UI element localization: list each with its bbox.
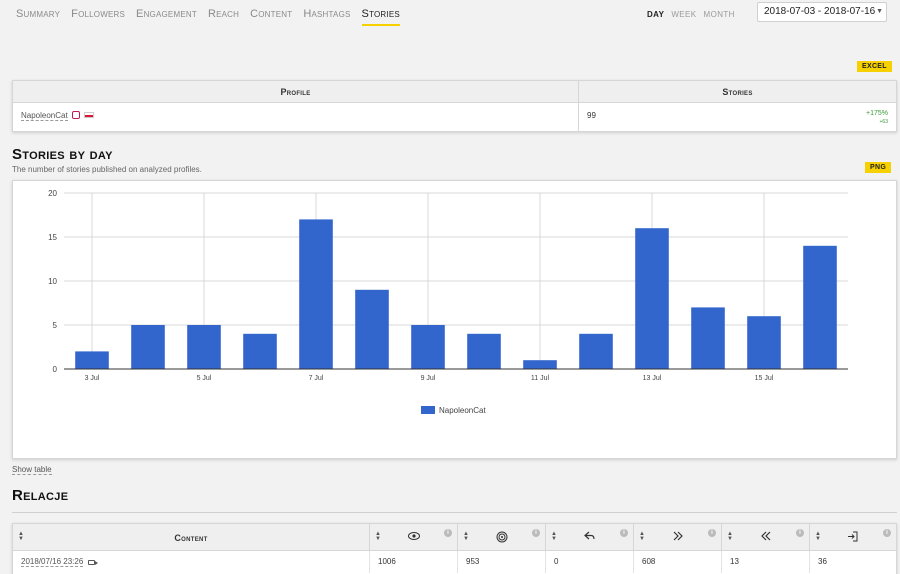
excel-export-button[interactable]: EXCEL: [857, 61, 892, 72]
stories-cell: 99 +175% +63: [579, 103, 896, 132]
report-tabs: Summary Followers Engagement Reach Conte…: [16, 8, 400, 26]
header-content-label: Content: [174, 533, 208, 543]
change-percent: +175%: [866, 110, 888, 117]
relacje-title: Relacje: [12, 487, 69, 504]
tab-engagement[interactable]: Engagement: [136, 8, 197, 26]
bar: [355, 289, 389, 369]
impressions-cell: 1006: [370, 551, 458, 573]
replies-cell: 0: [546, 551, 634, 573]
tab-reach[interactable]: Reach: [208, 8, 239, 26]
x-tick-label: 11 Jul: [531, 375, 550, 382]
tab-stories[interactable]: Stories: [361, 8, 400, 26]
header-replies[interactable]: ▲ ▼ i: [546, 524, 634, 550]
y-tick-label: 10: [48, 277, 57, 286]
table-row: NapoleonCat 99 +175% +63: [13, 103, 896, 132]
y-tick-label: 15: [48, 233, 57, 242]
y-tick-label: 20: [48, 189, 57, 198]
header-taps-forward[interactable]: ▲ ▼ i: [634, 524, 722, 550]
bar: [299, 219, 333, 369]
period-week[interactable]: WEEK: [671, 10, 696, 19]
period-switch: DAY WEEK MONTH: [647, 10, 735, 19]
y-tick-label: 5: [53, 321, 58, 330]
bar: [635, 228, 669, 369]
header-profile[interactable]: Profile: [13, 81, 579, 102]
change-absolute: +63: [879, 119, 888, 125]
bar: [579, 333, 613, 369]
profile-summary-table: Profile Stories NapoleonCat 99 +175% +63: [12, 80, 897, 132]
x-tick-label: 7 Jul: [309, 375, 324, 382]
png-export-button[interactable]: PNG: [865, 162, 892, 173]
show-table-link[interactable]: Show table: [12, 465, 52, 475]
header-reach[interactable]: ▲ ▼ i: [458, 524, 546, 550]
header-exits[interactable]: ▲ ▼ i: [810, 524, 896, 550]
stories-count: 99: [587, 111, 596, 120]
stories-table: ▲ ▼ Content ▲ ▼ i ▲ ▼ i ▲ ▼ i ▲ ▼ i ▲ ▼ …: [12, 523, 897, 574]
taps-forward-cell: 608: [634, 551, 722, 573]
bar: [747, 316, 781, 369]
taps-back-cell: 13: [722, 551, 810, 573]
poland-flag-icon: [84, 112, 95, 118]
profile-cell: NapoleonCat: [13, 103, 579, 132]
date-range-picker[interactable]: 2018-07-03 - 2018-07-16 ▼: [757, 2, 887, 22]
header-impressions[interactable]: ▲ ▼ i: [370, 524, 458, 550]
info-icon[interactable]: i: [883, 529, 891, 537]
tab-hashtags[interactable]: Hashtags: [303, 8, 350, 26]
info-icon[interactable]: i: [532, 529, 540, 537]
bar: [75, 351, 109, 369]
x-tick-label: 9 Jul: [421, 375, 436, 382]
profile-link[interactable]: NapoleonCat: [21, 111, 68, 121]
x-tick-label: 3 Jul: [85, 375, 100, 382]
stories-by-day-description: The number of stories published on analy…: [12, 165, 202, 174]
tab-summary[interactable]: Summary: [16, 8, 60, 26]
bar: [467, 333, 501, 369]
period-day[interactable]: DAY: [647, 10, 664, 19]
header-taps-back[interactable]: ▲ ▼ i: [722, 524, 810, 550]
exits-cell: 36: [818, 557, 827, 566]
tab-content[interactable]: Content: [250, 8, 292, 26]
period-month[interactable]: MONTH: [704, 10, 735, 19]
tab-followers[interactable]: Followers: [71, 8, 125, 26]
legend-swatch: [421, 406, 435, 414]
bar: [243, 333, 277, 369]
x-tick-label: 15 Jul: [755, 375, 774, 382]
reach-cell: 953: [458, 551, 546, 573]
info-icon[interactable]: i: [796, 529, 804, 537]
bar: [523, 360, 557, 369]
legend-label: NapoleonCat: [439, 406, 486, 415]
info-icon[interactable]: i: [444, 529, 452, 537]
divider: [12, 512, 897, 513]
table-header: ▲ ▼ Content ▲ ▼ i ▲ ▼ i ▲ ▼ i ▲ ▼ i ▲ ▼ …: [13, 524, 896, 551]
caret-down-icon: ▼: [876, 8, 883, 15]
x-tick-label: 5 Jul: [197, 375, 212, 382]
x-tick-label: 13 Jul: [643, 375, 662, 382]
bar: [691, 307, 725, 369]
bar: [187, 325, 221, 369]
table-header: Profile Stories: [13, 81, 896, 103]
bar: [411, 325, 445, 369]
table-row: 2018/07/16 23:26 1006 953 0 608 13 36: [13, 551, 896, 573]
stories-by-day-title: Stories by day: [12, 146, 113, 163]
story-date-link[interactable]: 2018/07/16 23:26: [21, 557, 84, 567]
header-content[interactable]: ▲ ▼ Content: [13, 524, 370, 550]
y-tick-label: 0: [53, 365, 58, 374]
video-icon: [87, 560, 98, 565]
header-stories[interactable]: Stories: [579, 81, 896, 102]
info-icon[interactable]: i: [708, 529, 716, 537]
date-range-value: 2018-07-03 - 2018-07-16: [764, 6, 876, 17]
stories-change: +175% +63: [866, 110, 888, 126]
instagram-icon: [71, 111, 80, 119]
bar: [803, 245, 837, 369]
chart-svg: 0 5 10 15 20 3 Jul 5 Jul 7 Jul 9 Jul 11 Jul 13 Jul…: [48, 189, 848, 415]
bar: [131, 325, 165, 369]
stories-bar-chart: 0 5 10 15 20 3 Jul 5 Jul 7 Jul 9 Jul 11 Jul 13 Jul…: [12, 180, 897, 459]
info-icon[interactable]: i: [620, 529, 628, 537]
story-content-cell: 2018/07/16 23:26: [13, 551, 370, 573]
